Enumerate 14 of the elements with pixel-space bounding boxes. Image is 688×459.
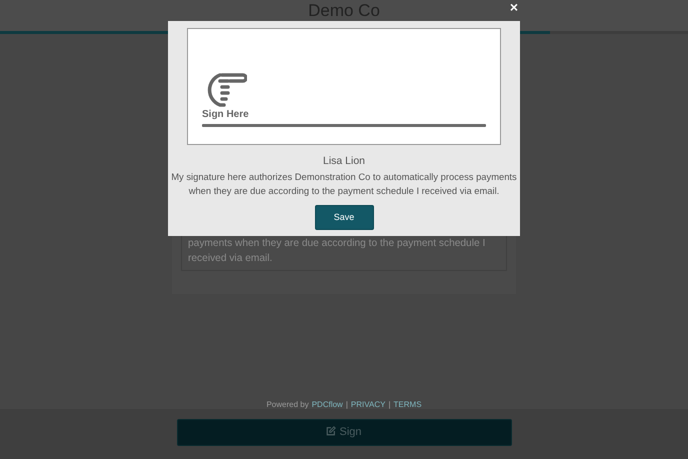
authorization-statement: My signature here authorizes Demonstration Co to automatically process payments when they are due according to the payment schedule I received via email.: [170, 170, 518, 198]
signature-pad[interactable]: Sign Here: [187, 28, 501, 145]
footer-text: |: [346, 399, 348, 411]
edit-icon: [326, 426, 336, 436]
footer-link[interactable]: TERMS: [394, 399, 422, 411]
footer-text: |: [388, 399, 391, 411]
footer-link[interactable]: PDCflow: [312, 399, 343, 411]
sign-button[interactable]: Sign: [176, 419, 512, 446]
sign-here-label: Sign Here: [202, 109, 250, 120]
footer-text: Powered by: [266, 399, 309, 411]
close-button[interactable]: ×: [508, 0, 520, 14]
footer-link[interactable]: PRIVACY: [350, 399, 386, 411]
signer-name: Lisa Lion: [322, 154, 366, 169]
save-button[interactable]: Save: [314, 204, 374, 230]
